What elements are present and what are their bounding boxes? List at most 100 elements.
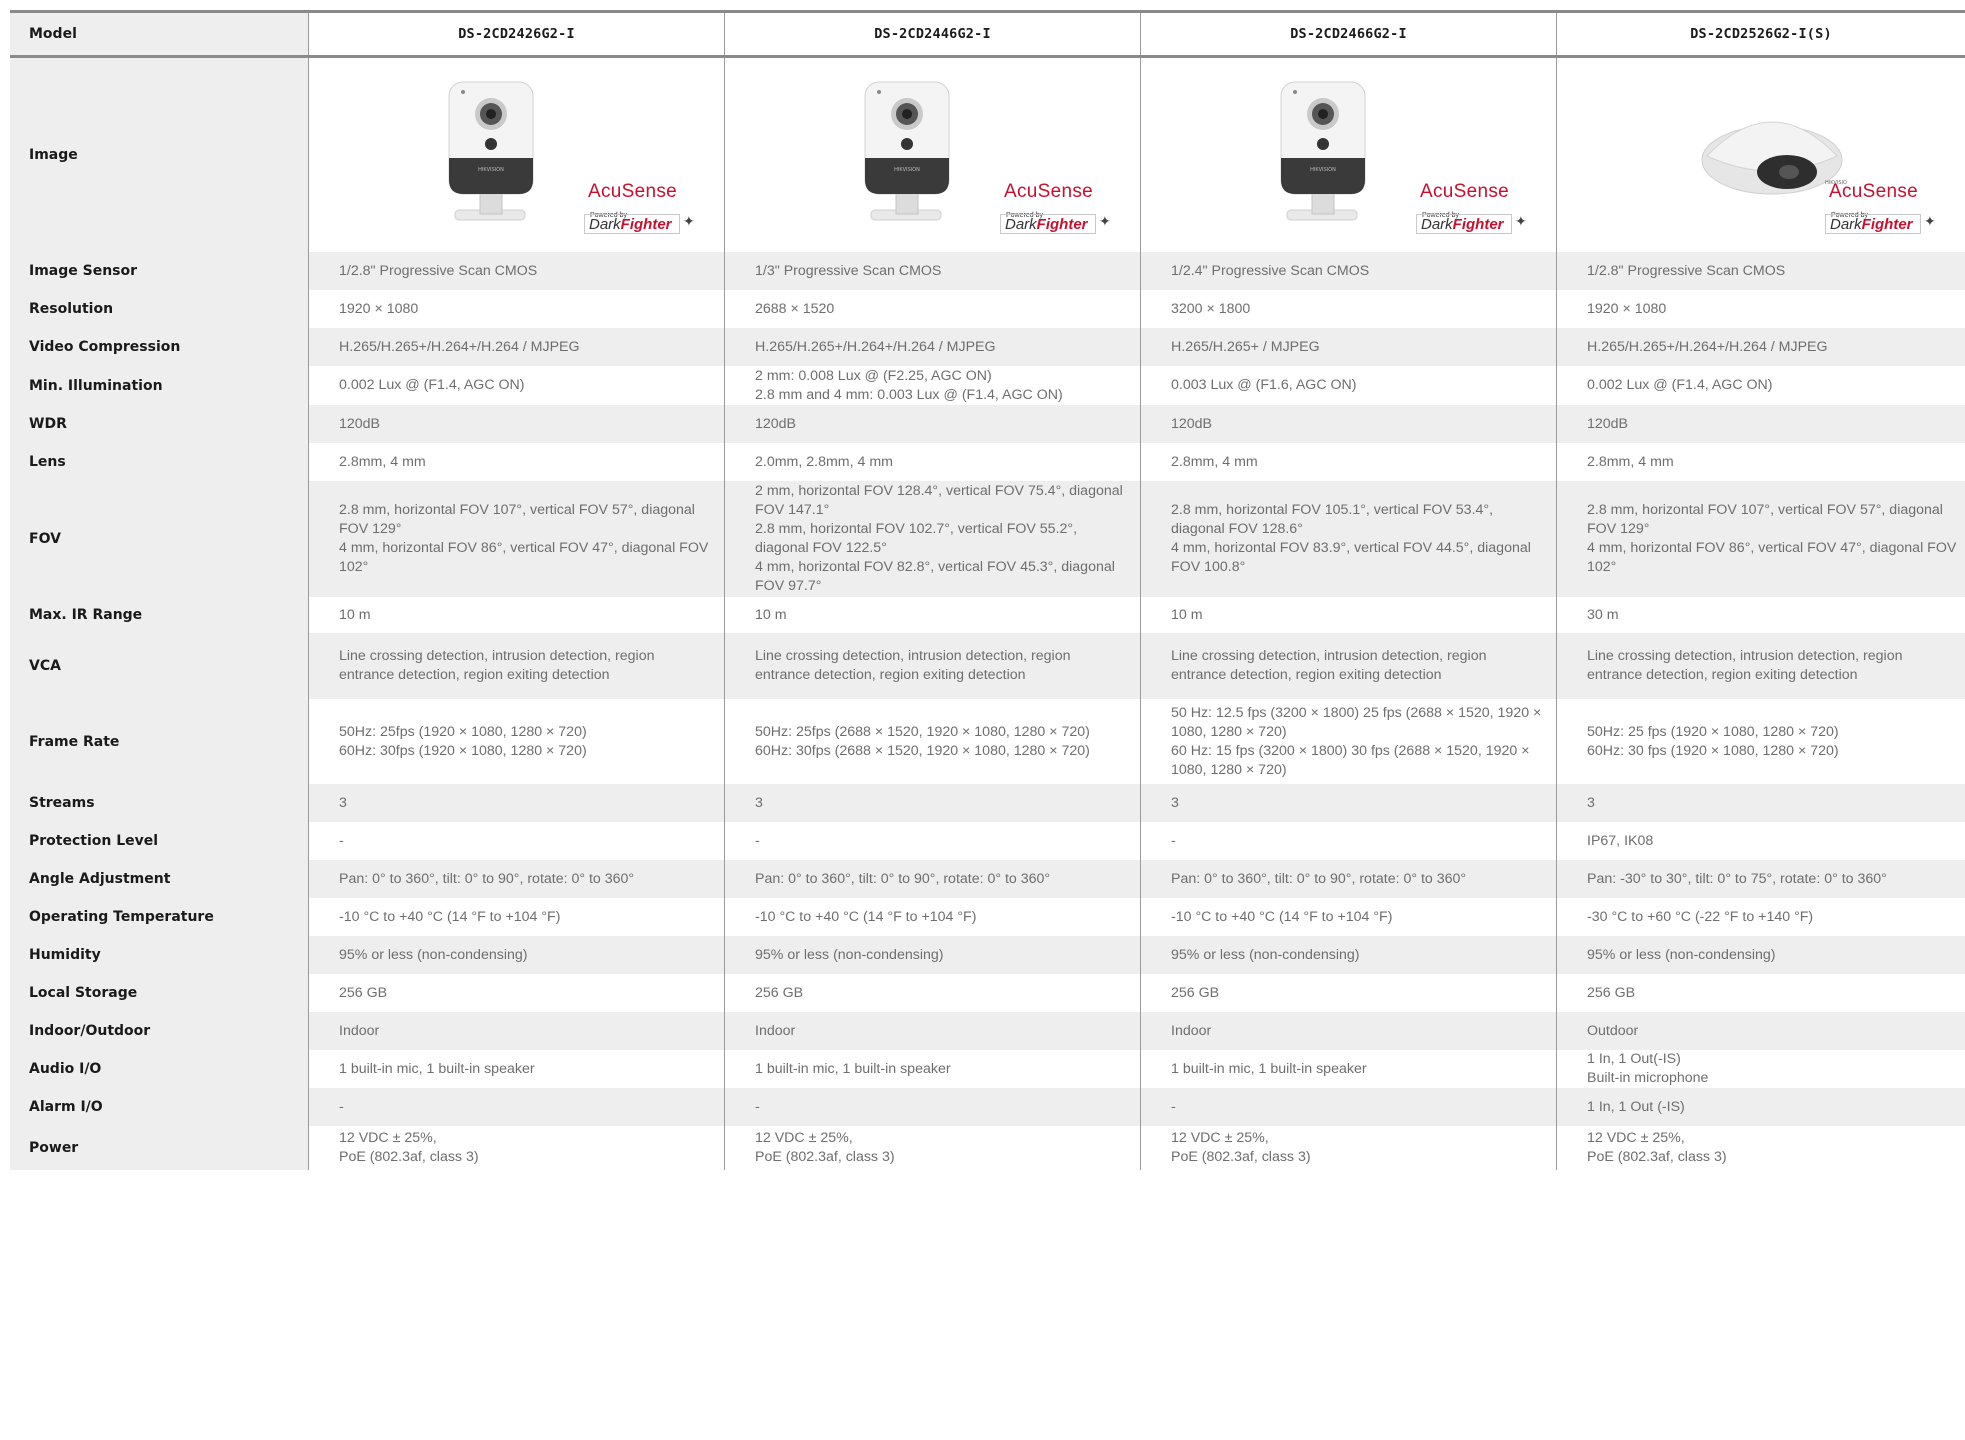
row-label: Video Compression [10, 328, 308, 366]
cube-camera-image: HIKVISION [864, 81, 950, 221]
model-name-4: DS-2CD2526G2-I(S) [1556, 13, 1965, 55]
spec-value: 256 GB [1140, 974, 1556, 1012]
spec-row: Min. Illumination 0.002 Lux @ (F1.4, AGC … [10, 366, 1965, 405]
image-row: Image HIKVISION AcuSense Powered by Dark… [10, 58, 1965, 252]
svg-text:HIKVISION: HIKVISION [1310, 167, 1336, 173]
spec-value: 12 VDC ± 25%, PoE (802.3af, class 3) [724, 1126, 1140, 1170]
cube-camera-image: HIKVISION [1280, 81, 1366, 221]
sparkle-icon: ✦ [1099, 213, 1111, 229]
spec-row: VCA Line crossing detection, intrusion de… [10, 633, 1965, 699]
spec-value: 1 In, 1 Out (-IS) [1556, 1088, 1965, 1126]
spec-value: 3200 × 1800 [1140, 290, 1556, 328]
spec-row: Streams 3 3 3 3 [10, 784, 1965, 822]
spec-value: - [1140, 1088, 1556, 1126]
spec-value: Outdoor [1556, 1012, 1965, 1050]
spec-value: 2.8mm, 4 mm [1140, 443, 1556, 481]
spec-value: 50Hz: 25fps (1920 × 1080, 1280 × 720) 60… [308, 699, 724, 784]
spec-value: 3 [308, 784, 724, 822]
spec-comparison-table: Model DS-2CD2426G2-I DS-2CD2446G2-I DS-2… [10, 10, 1965, 1170]
spec-row: Image Sensor 1/2.8" Progressive Scan CMOS… [10, 252, 1965, 290]
spec-value: 95% or less (non-condensing) [1556, 936, 1965, 974]
row-label: Protection Level [10, 822, 308, 860]
spec-value: 2.8 mm, horizontal FOV 107°, vertical FO… [308, 481, 724, 597]
spec-value: 1 built-in mic, 1 built-in speaker [308, 1050, 724, 1088]
spec-value: 0.003 Lux @ (F1.6, AGC ON) [1140, 366, 1556, 405]
darkfighter-fighter: Fighter [1452, 216, 1504, 233]
spec-value: 1/2.8" Progressive Scan CMOS [308, 252, 724, 290]
model-name-3: DS-2CD2466G2-I [1140, 13, 1556, 55]
darkfighter-dark: Dark [1830, 216, 1862, 233]
svg-text:HIKVISION: HIKVISION [894, 167, 920, 173]
spec-value: -10 °C to +40 °C (14 °F to +104 °F) [724, 898, 1140, 936]
sparkle-icon: ✦ [683, 213, 695, 229]
sparkle-icon: ✦ [1515, 213, 1527, 229]
row-label: Lens [10, 443, 308, 481]
spec-value: 2 mm, horizontal FOV 128.4°, vertical FO… [724, 481, 1140, 597]
spec-value: -30 °C to +60 °C (-22 °F to +140 °F) [1556, 898, 1965, 936]
spec-value: 256 GB [308, 974, 724, 1012]
header-label-model: Model [10, 13, 308, 55]
row-label: FOV [10, 481, 308, 597]
acusense-darkfighter-logo: AcuSense Powered by DarkFighter ✦ [1416, 182, 1527, 242]
spec-value: -10 °C to +40 °C (14 °F to +104 °F) [308, 898, 724, 936]
spec-value: 10 m [308, 597, 724, 633]
acusense-wordmark: AcuSense [1829, 181, 1919, 202]
spec-value: 1/2.4" Progressive Scan CMOS [1140, 252, 1556, 290]
spec-row: Indoor/Outdoor Indoor Indoor Indoor Outdoor [10, 1012, 1965, 1050]
spec-value: 10 m [724, 597, 1140, 633]
spec-row: FOV 2.8 mm, horizontal FOV 107°, vertical… [10, 481, 1965, 597]
spec-value: Line crossing detection, intrusion detec… [1556, 633, 1965, 699]
spec-value: Pan: 0° to 360°, tilt: 0° to 90°, rotate… [308, 860, 724, 898]
row-label-image: Image [10, 58, 308, 252]
spec-value: 1920 × 1080 [1556, 290, 1965, 328]
spec-value: -10 °C to +40 °C (14 °F to +104 °F) [1140, 898, 1556, 936]
spec-row: Frame Rate 50Hz: 25fps (1920 × 1080, 1280… [10, 699, 1965, 784]
spec-value: H.265/H.265+/H.264+/H.264 / MJPEG [1556, 328, 1965, 366]
spec-value: 3 [724, 784, 1140, 822]
spec-value: 95% or less (non-condensing) [1140, 936, 1556, 974]
spec-value: 1920 × 1080 [308, 290, 724, 328]
row-label: Alarm I/O [10, 1088, 308, 1126]
spec-value: - [1140, 822, 1556, 860]
spec-value: 0.002 Lux @ (F1.4, AGC ON) [1556, 366, 1965, 405]
spec-value: 30 m [1556, 597, 1965, 633]
acusense-wordmark: AcuSense [1004, 181, 1094, 202]
spec-value: 2 mm: 0.008 Lux @ (F2.25, AGC ON) 2.8 mm… [724, 366, 1140, 405]
darkfighter-dark: Dark [1421, 216, 1453, 233]
spec-value: 50 Hz: 12.5 fps (3200 × 1800) 25 fps (26… [1140, 699, 1556, 784]
spec-value: 120dB [1140, 405, 1556, 443]
darkfighter-dark: Dark [1005, 216, 1037, 233]
row-label: Indoor/Outdoor [10, 1012, 308, 1050]
spec-value: 95% or less (non-condensing) [724, 936, 1140, 974]
table-header-row: Model DS-2CD2426G2-I DS-2CD2446G2-I DS-2… [10, 13, 1965, 58]
spec-value: 50Hz: 25 fps (1920 × 1080, 1280 × 720) 6… [1556, 699, 1965, 784]
spec-value: 256 GB [724, 974, 1140, 1012]
spec-value: Pan: -30° to 30°, tilt: 0° to 75°, rotat… [1556, 860, 1965, 898]
spec-value: H.265/H.265+/H.264+/H.264 / MJPEG [308, 328, 724, 366]
spec-value: 2.8mm, 4 mm [308, 443, 724, 481]
spec-value: 2.0mm, 2.8mm, 4 mm [724, 443, 1140, 481]
darkfighter-dark: Dark [589, 216, 621, 233]
row-label: Audio I/O [10, 1050, 308, 1088]
spec-value: Pan: 0° to 360°, tilt: 0° to 90°, rotate… [1140, 860, 1556, 898]
image-cell-3: HIKVISION AcuSense Powered by DarkFighte… [1140, 58, 1556, 252]
spec-value: - [308, 822, 724, 860]
cube-camera-image: HIKVISION [448, 81, 534, 221]
spec-value: Line crossing detection, intrusion detec… [308, 633, 724, 699]
spec-value: H.265/H.265+ / MJPEG [1140, 328, 1556, 366]
sparkle-icon: ✦ [1924, 213, 1936, 229]
spec-value: Indoor [1140, 1012, 1556, 1050]
spec-row: Lens 2.8mm, 4 mm 2.0mm, 2.8mm, 4 mm 2.8mm, … [10, 443, 1965, 481]
spec-value: 120dB [1556, 405, 1965, 443]
row-label: Max. IR Range [10, 597, 308, 633]
model-name-1: DS-2CD2426G2-I [308, 13, 724, 55]
darkfighter-wordmark: DarkFighter [584, 214, 680, 234]
row-label: Resolution [10, 290, 308, 328]
spec-value: 256 GB [1556, 974, 1965, 1012]
spec-value: 1/2.8" Progressive Scan CMOS [1556, 252, 1965, 290]
spec-row: Operating Temperature -10 °C to +40 °C (1… [10, 898, 1965, 936]
darkfighter-fighter: Fighter [1036, 216, 1088, 233]
spec-row: Local Storage 256 GB 256 GB 256 GB 256 GB [10, 974, 1965, 1012]
spec-row: Max. IR Range 10 m 10 m 10 m 30 m [10, 597, 1965, 633]
row-label: WDR [10, 405, 308, 443]
